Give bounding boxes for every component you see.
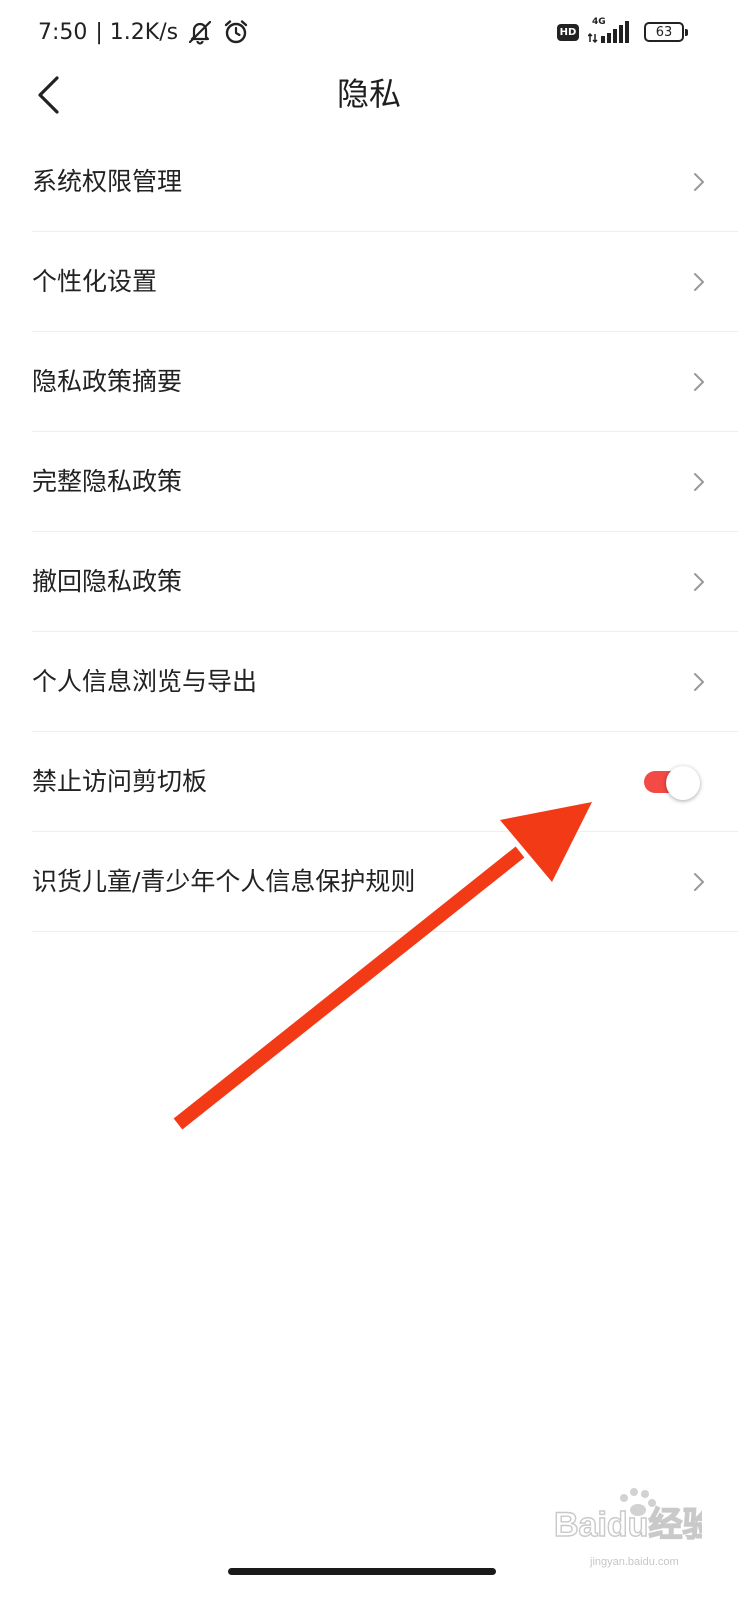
list-item-label: 隐私政策摘要: [32, 366, 183, 396]
list-item-label: 个人信息浏览与导出: [32, 666, 258, 696]
battery-indicator: 63: [644, 22, 688, 42]
status-right: HD 4G 63: [557, 16, 688, 48]
settings-item-withdraw-privacy-policy[interactable]: 撤回隐私政策: [32, 532, 738, 632]
list-item-label: 完整隐私政策: [32, 466, 183, 496]
chevron-right-icon: [692, 271, 706, 293]
chevron-right-icon: [692, 871, 706, 893]
chevron-right-icon: [692, 171, 706, 193]
page-title: 隐私: [336, 75, 401, 113]
chevron-right-icon: [692, 571, 706, 593]
settings-item-full-privacy-policy[interactable]: 完整隐私政策: [32, 432, 738, 532]
settings-item-privacy-summary[interactable]: 隐私政策摘要: [32, 332, 738, 432]
settings-item-system-permissions[interactable]: 系统权限管理: [32, 132, 738, 232]
chevron-right-icon: [692, 371, 706, 393]
watermark-text: Baidu经验: [554, 1505, 702, 1544]
watermark-url: jingyan.baidu.com: [590, 1556, 679, 1568]
hd-badge: HD: [557, 23, 579, 41]
chevron-right-icon: [692, 671, 706, 693]
home-indicator[interactable]: [228, 1568, 496, 1575]
bell-muted-icon: [186, 18, 214, 46]
list-item-label: 撤回隐私政策: [32, 566, 183, 596]
status-bar: 7:50 | 1.2K/s HD 4G 63: [0, 0, 738, 62]
cellular-signal-icon: 4G: [588, 17, 634, 44]
list-item-label: 个性化设置: [32, 266, 158, 296]
chevron-right-icon: [692, 471, 706, 493]
annotation-arrow-icon: [173, 802, 592, 1130]
page-header: 隐私: [0, 62, 738, 130]
baidu-watermark-logo: Baidu经验: [553, 1488, 702, 1545]
status-net-speed: | 1.2K/s: [95, 19, 179, 45]
settings-item-personalization[interactable]: 个性化设置: [32, 232, 738, 332]
status-time: 7:50: [38, 19, 88, 45]
settings-item-personal-info-export[interactable]: 个人信息浏览与导出: [32, 632, 738, 732]
clipboard-toggle[interactable]: [644, 765, 700, 800]
toggle-knob: [666, 765, 700, 800]
list-item-label: 系统权限管理: [32, 166, 183, 196]
status-left: 7:50 | 1.2K/s: [38, 14, 250, 50]
alarm-clock-icon: [222, 18, 250, 46]
